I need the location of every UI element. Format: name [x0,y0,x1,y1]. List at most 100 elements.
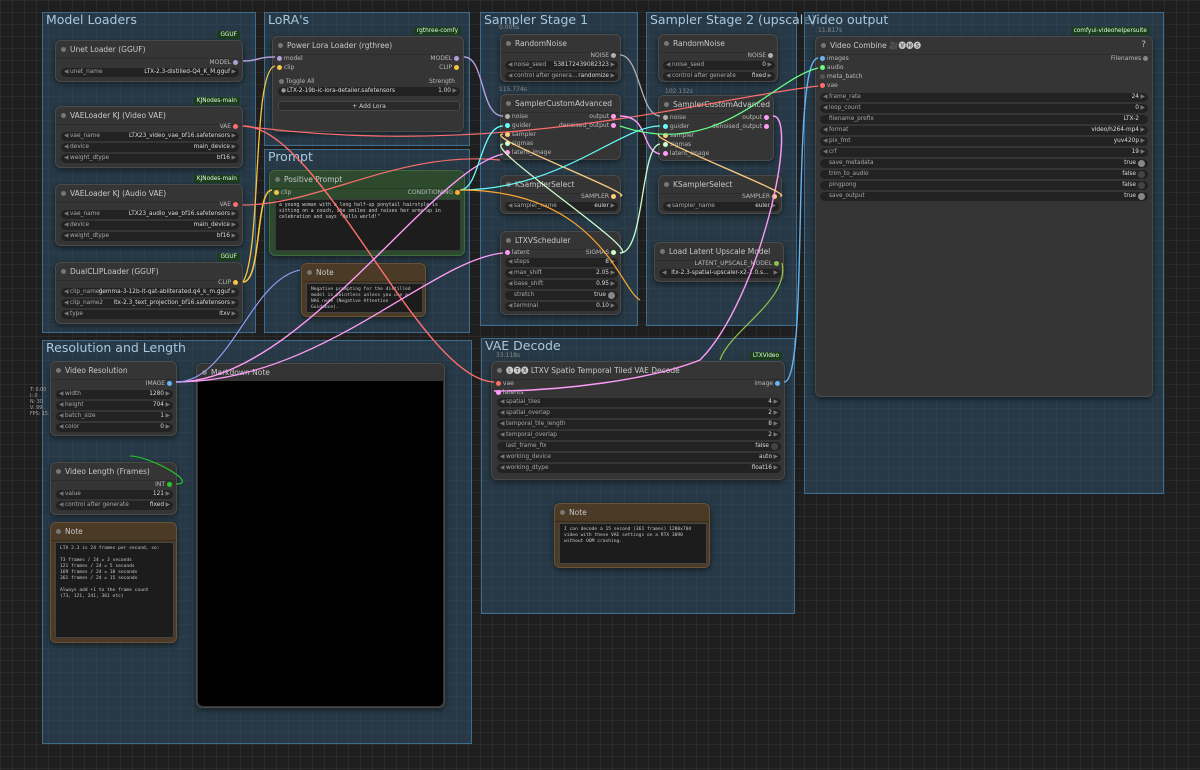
arrow-left-icon[interactable]: ◀ [508,269,512,278]
filenames-socket[interactable] [1143,56,1148,61]
arrow-right-icon[interactable]: ▶ [1141,148,1145,157]
note-text[interactable]: Negative prompting for the distilled mod… [306,283,423,313]
power-lora-loader-node[interactable]: Power Lora Loader (rgthree) rgthree-comf… [272,27,464,132]
image-socket[interactable] [820,56,825,61]
collapse-dot[interactable] [497,368,502,373]
output-image[interactable]: image [754,380,780,387]
input-guider[interactable]: guider [505,122,531,129]
video-combine-node[interactable]: 11.817s comfyui-videohelpersuite Video C… [815,27,1153,397]
working-device-combo[interactable]: ◀ working_device auto ▶ [497,453,781,462]
collapse-dot[interactable] [61,113,66,118]
prompt-textarea[interactable]: a young woman with a long half-up ponyta… [275,199,461,251]
arrow-left-icon[interactable]: ◀ [508,72,512,81]
arrow-right-icon[interactable]: ▶ [166,490,170,499]
collapse-dot[interactable] [560,510,565,515]
arrow-right-icon[interactable]: ▶ [774,420,778,429]
arrow-right-icon[interactable]: ▶ [166,401,170,410]
arrow-right-icon[interactable]: ▶ [774,398,778,407]
format-combo[interactable]: ◀ format video/h264-mp4 ▶ [820,126,1148,135]
model-socket[interactable] [454,56,459,61]
noise-socket[interactable] [768,53,773,58]
arrow-right-icon[interactable]: ▶ [166,423,170,432]
upscale-model-socket[interactable] [774,261,779,266]
input-vae[interactable]: vae [496,380,514,387]
arrow-right-icon[interactable]: ▶ [232,210,236,219]
note-text[interactable]: LTX 2.3 is 24 frames per second, so: 73 … [55,542,174,638]
ksampler-select-node-1[interactable]: KSamplerSelect SAMPLER ◀ sampler_name eule… [500,175,621,214]
sigmas-socket[interactable] [505,141,510,146]
node-header[interactable]: VAELoader KJ (Video VAE) [56,107,242,125]
base-shift-input[interactable]: ◀ base_shift 0.95 ▶ [505,280,618,289]
node-header[interactable]: Note [555,504,709,522]
ksampler-select-node-2[interactable]: KSamplerSelect SAMPLER ◀ sampler_name eule… [658,175,782,214]
arrow-right-icon[interactable]: ▶ [774,409,778,418]
note-negative-prompt[interactable]: Note Negative prompting for the distille… [301,263,426,317]
arrow-right-icon[interactable]: ▶ [453,87,457,96]
input-noise[interactable]: noise [505,113,528,120]
sampler-socket[interactable] [663,133,668,138]
arrow-right-icon[interactable]: ▶ [611,202,615,211]
input-model[interactable]: model [277,55,303,62]
temporal-tile-length-input[interactable]: ◀ temporal_tile_length 8 ▶ [497,420,781,429]
arrow-right-icon[interactable]: ▶ [166,501,170,510]
load-latent-upscale-model-node[interactable]: Load Latent Upscale Model LATENT_UPSCALE… [654,242,784,282]
device-combo[interactable]: ◀ device main_device ▶ [61,143,239,152]
arrow-left-icon[interactable]: ◀ [64,288,68,297]
width-input[interactable]: ◀ width 1280 ▶ [56,390,173,399]
working-dtype-combo[interactable]: ◀ working_dtype float16 ▶ [497,464,781,473]
upscale-model-combo[interactable]: ◀ ltx-2.3-spatial-upscaler-x2-1.0.s… ▶ [659,269,781,278]
arrow-left-icon[interactable]: ◀ [64,221,68,230]
steps-input[interactable]: ◀ steps 8 ▶ [505,258,618,267]
clip-name1-combo[interactable]: ◀ clip_name1 gemma-3-12b-it-qat-abliterate… [61,288,239,297]
latent-socket[interactable] [496,390,501,395]
save-metadata-toggle[interactable]: save_metadata true [820,159,1148,168]
arrow-left-icon[interactable]: ◀ [508,258,512,267]
filename-prefix-input[interactable]: filename_prefix LTX-2 [820,115,1148,124]
collapse-dot[interactable] [278,43,283,48]
latent-socket[interactable] [505,250,510,255]
arrow-left-icon[interactable]: ◀ [666,61,670,70]
collapse-dot[interactable] [56,529,61,534]
stretch-toggle[interactable]: stretch true [505,291,618,300]
input-noise[interactable]: noise [663,114,686,121]
clip-name2-combo[interactable]: ◀ clip_name2 ltx-2.3_text_projection_bf16.… [61,299,239,308]
collapse-dot[interactable] [506,182,511,187]
output-clip[interactable]: CLIP [218,279,238,286]
markdown-content-area[interactable] [198,381,443,706]
input-vae[interactable]: vae [820,82,838,89]
node-header[interactable]: Power Lora Loader (rgthree) [273,37,463,55]
arrow-right-icon[interactable]: ▶ [611,269,615,278]
node-header[interactable]: 🅛🅣🅧 LTXV Spatio Temporal Tiled VAE Decod… [492,362,784,380]
input-latent[interactable]: latent [505,249,529,256]
trim-to-audio-toggle[interactable]: trim_to_audio false [820,170,1148,179]
arrow-left-icon[interactable]: ◀ [508,61,512,70]
arrow-right-icon[interactable]: ▶ [166,412,170,421]
node-header[interactable]: VAELoader KJ (Audio VAE) [56,185,242,203]
arrow-left-icon[interactable]: ◀ [64,68,68,77]
arrow-left-icon[interactable]: ◀ [64,132,68,141]
positive-prompt-node[interactable]: Positive Prompt clip CONDITIONING a youn… [269,170,465,256]
unet-name-combo[interactable]: ◀ unet_name LTX-2.3-distilled-Q4_K_M.gguf ▶ [61,68,239,77]
sampler-name-combo[interactable]: ◀ sampler_name euler ▶ [663,202,779,211]
latent-socket[interactable] [663,151,668,156]
node-header[interactable]: Note [302,264,425,282]
noise-socket[interactable] [505,114,510,119]
input-sampler[interactable]: sampler [505,131,536,138]
arrow-left-icon[interactable]: ◀ [64,154,68,163]
pingpong-toggle[interactable]: pingpong false [820,181,1148,190]
input-latent-image[interactable]: latent_image [505,149,551,156]
arrow-left-icon[interactable]: ◀ [508,280,512,289]
collapse-dot[interactable] [506,41,511,46]
arrow-right-icon[interactable]: ▶ [232,132,236,141]
input-latent-image[interactable]: latent_image [663,150,709,157]
arrow-left-icon[interactable]: ◀ [64,299,68,308]
spatial-overlap-input[interactable]: ◀ spatial_overlap 2 ▶ [497,409,781,418]
max-shift-input[interactable]: ◀ max_shift 2.05 ▶ [505,269,618,278]
last-frame-fix-toggle[interactable]: last_frame_fix false [497,442,781,451]
batch-size-input[interactable]: ◀ batch_size 1 ▶ [56,412,173,421]
toggle-knob[interactable] [1138,171,1145,178]
arrow-right-icon[interactable]: ▶ [774,453,778,462]
noise-seed-input[interactable]: ◀ noise_seed 538172439082323 ▶ [505,61,618,70]
arrow-right-icon[interactable]: ▶ [232,232,236,241]
arrow-right-icon[interactable]: ▶ [1141,137,1145,146]
